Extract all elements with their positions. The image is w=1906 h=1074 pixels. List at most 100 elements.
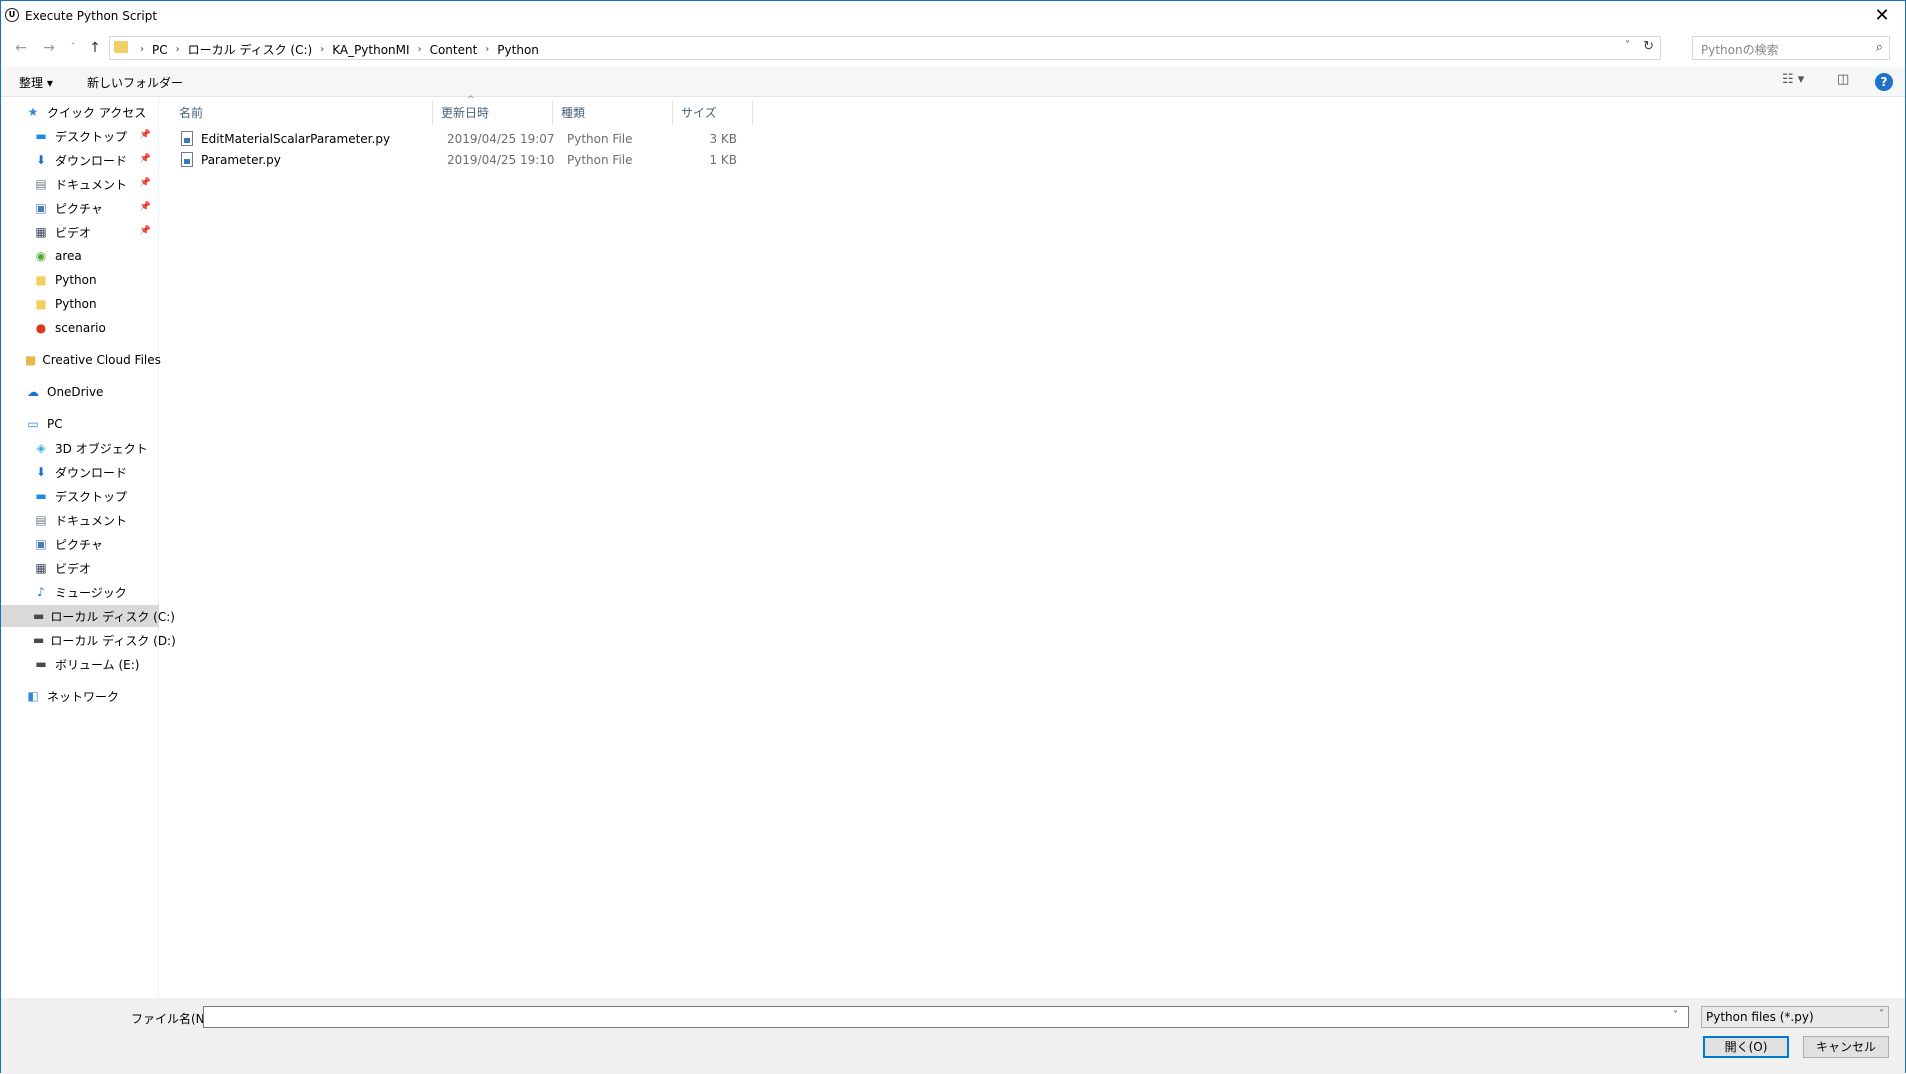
- address-bar[interactable]: › PC › ローカル ディスク (C:) › KA_PythonMI › Co…: [109, 36, 1661, 60]
- breadcrumb-item-local-disk[interactable]: ローカル ディスク (C:): [184, 41, 317, 58]
- sidebar-item-label: デスクトップ: [55, 129, 128, 144]
- help-icon[interactable]: ?: [1875, 73, 1893, 91]
- recent-chevron-icon[interactable]: ˅: [63, 38, 83, 58]
- sidebar-item-python[interactable]: ■ Python: [1, 269, 159, 291]
- sidebar-item-ピクチャ[interactable]: ▣ ピクチャ 📌: [1, 197, 159, 219]
- sidebar-item-ドキュメント[interactable]: ▤ ドキュメント 📌: [1, 173, 159, 195]
- creative-cloud-icon: ■: [25, 353, 37, 367]
- file-type: Python File: [567, 153, 633, 167]
- folder-icon: [114, 41, 128, 53]
- sidebar-item-label: クイック アクセス: [47, 105, 147, 120]
- sidebar-item-ダウンロード[interactable]: ⬇ ダウンロード 📌: [1, 149, 159, 171]
- sync-folder-icon: ◉: [35, 249, 47, 263]
- file-type-filter-select[interactable]: Python files (*.py) ˅: [1701, 1006, 1889, 1028]
- navigation-pane: ★ クイック アクセス ▬ デスクトップ 📌 ⬇ ダウンロード 📌 ▤ ドキュメント 📌 ▣ ピクチャ 📌…: [1, 98, 176, 998]
- address-history-chevron-icon[interactable]: ˅: [1625, 40, 1630, 51]
- sidebar-item-ネットワーク[interactable]: ◧ ネットワーク: [1, 685, 159, 707]
- file-open-dialog: U Execute Python Script ✕ ← → ˅ ↑ › PC ›…: [0, 0, 1906, 1074]
- sidebar-item-label: OneDrive: [47, 385, 104, 399]
- music-icon: ♪: [37, 585, 45, 599]
- sidebar-item-creative-cloud-files[interactable]: ■ Creative Cloud Files: [1, 349, 161, 371]
- sidebar-item-label: Python: [55, 273, 97, 287]
- sidebar-item-label: ピクチャ: [55, 537, 103, 552]
- view-options-icon[interactable]: ☷ ▾: [1782, 72, 1804, 87]
- table-row[interactable]: Parameter.py 2019/04/25 19:10 Python Fil…: [177, 150, 757, 170]
- sidebar-item-area[interactable]: ◉ area: [1, 245, 159, 267]
- breadcrumb-item-content[interactable]: Content: [426, 43, 482, 57]
- window-title: Execute Python Script: [25, 9, 158, 23]
- sidebar-item-ローカル-ディスク-(d:)[interactable]: ▬ ローカル ディスク (D:): [1, 629, 176, 651]
- file-list: ^ 名前 更新日時 種類 サイズ EditMaterialScalarParam…: [171, 95, 1906, 998]
- pin-icon: 📌: [139, 178, 151, 188]
- sidebar-item-ドキュメント[interactable]: ▤ ドキュメント: [1, 509, 159, 531]
- search-icon: ⌕: [1875, 40, 1883, 55]
- sidebar-item-label: 3D オブジェクト: [55, 441, 148, 456]
- sidebar-item-ローカル-ディスク-(c:)[interactable]: ▬ ローカル ディスク (C:): [1, 605, 175, 627]
- open-button[interactable]: 開く(O): [1703, 1036, 1789, 1058]
- sidebar-item-デスクトップ[interactable]: ▬ デスクトップ 📌: [1, 125, 159, 147]
- sidebar-item-pc[interactable]: ▭ PC: [1, 413, 159, 435]
- sidebar-item-label: ネットワーク: [47, 689, 120, 704]
- folder-icon: ■: [35, 273, 47, 287]
- pin-icon: 📌: [139, 154, 151, 164]
- sidebar-item-クイック-アクセス[interactable]: ★ クイック アクセス: [1, 101, 159, 123]
- pin-icon: 📌: [139, 202, 151, 212]
- close-button[interactable]: ✕: [1859, 1, 1905, 31]
- sidebar-item-label: ビデオ: [55, 561, 92, 576]
- sidebar-item-label: ダウンロード: [55, 465, 128, 480]
- cancel-button[interactable]: キャンセル: [1803, 1036, 1889, 1058]
- filename-input[interactable]: [203, 1006, 1689, 1028]
- breadcrumb-item-pc[interactable]: PC: [148, 43, 172, 57]
- desktop-icon: ▬: [35, 129, 47, 143]
- preview-pane-icon[interactable]: ◫: [1837, 72, 1849, 87]
- address-row: ← → ˅ ↑ › PC › ローカル ディスク (C:) › KA_Pytho…: [1, 34, 1905, 62]
- organize-button[interactable]: 整理 ▾: [19, 74, 53, 91]
- sidebar-item-label: ドキュメント: [55, 177, 128, 192]
- download-icon: ⬇: [35, 153, 47, 167]
- sidebar-item-3d-オブジェクト[interactable]: ◈ 3D オブジェクト: [1, 437, 159, 459]
- pictures-icon: ▣: [35, 201, 47, 215]
- sidebar-item-scenario[interactable]: ● scenario: [1, 317, 159, 339]
- sidebar-item-ビデオ[interactable]: ▦ ビデオ: [1, 557, 159, 579]
- forward-arrow-icon[interactable]: →: [39, 38, 59, 58]
- table-row[interactable]: EditMaterialScalarParameter.py 2019/04/2…: [177, 129, 757, 149]
- column-header-size[interactable]: サイズ: [673, 101, 753, 125]
- up-arrow-icon[interactable]: ↑: [85, 38, 105, 58]
- file-name: EditMaterialScalarParameter.py: [201, 132, 391, 146]
- sidebar-item-onedrive[interactable]: ☁ OneDrive: [1, 381, 159, 403]
- drive-icon: ▬: [33, 633, 45, 647]
- video-icon: ▦: [35, 561, 47, 575]
- 3d-objects-icon: ◈: [36, 441, 46, 455]
- sidebar-item-label: ボリューム (E:): [55, 657, 140, 672]
- sidebar-item-ダウンロード[interactable]: ⬇ ダウンロード: [1, 461, 159, 483]
- drive-c-icon: ▬: [33, 609, 45, 623]
- column-header-date[interactable]: 更新日時: [433, 101, 553, 125]
- network-icon: ◧: [27, 689, 39, 703]
- column-header-type[interactable]: 種類: [553, 101, 673, 125]
- sidebar-item-label: ドキュメント: [55, 513, 128, 528]
- sidebar-item-ボリューム-(e:)[interactable]: ▬ ボリューム (E:): [1, 653, 159, 675]
- chevron-down-icon: ˅: [1879, 1009, 1884, 1020]
- back-arrow-icon[interactable]: ←: [11, 38, 31, 58]
- unreal-engine-icon: U: [5, 8, 19, 22]
- video-icon: ▦: [35, 225, 47, 239]
- breadcrumb-item-python[interactable]: Python: [493, 43, 543, 57]
- refresh-icon[interactable]: ↻: [1643, 39, 1654, 54]
- sidebar-item-ミュージック[interactable]: ♪ ミュージック: [1, 581, 159, 603]
- sidebar-item-label: PC: [47, 417, 63, 431]
- sidebar-item-デスクトップ[interactable]: ▬ デスクトップ: [1, 485, 159, 507]
- file-date: 2019/04/25 19:07: [447, 132, 555, 146]
- pin-icon: 📌: [139, 130, 151, 140]
- new-folder-button[interactable]: 新しいフォルダー: [87, 74, 183, 91]
- column-header-name[interactable]: 名前: [171, 101, 433, 125]
- sidebar-item-python[interactable]: ■ Python: [1, 293, 159, 315]
- sidebar-item-ビデオ[interactable]: ▦ ビデオ 📌: [1, 221, 159, 243]
- sidebar-item-label: area: [55, 249, 82, 263]
- sidebar-item-label: ミュージック: [55, 585, 127, 600]
- file-size: 3 KB: [709, 132, 737, 146]
- sidebar-item-ピクチャ[interactable]: ▣ ピクチャ: [1, 533, 159, 555]
- command-toolbar: 整理 ▾ 新しいフォルダー ☷ ▾ ◫ ?: [1, 67, 1905, 97]
- breadcrumb-item-project[interactable]: KA_PythonMI: [328, 43, 413, 57]
- sidebar-item-label: scenario: [55, 321, 106, 335]
- search-input[interactable]: Pythonの検索 ⌕: [1692, 36, 1890, 60]
